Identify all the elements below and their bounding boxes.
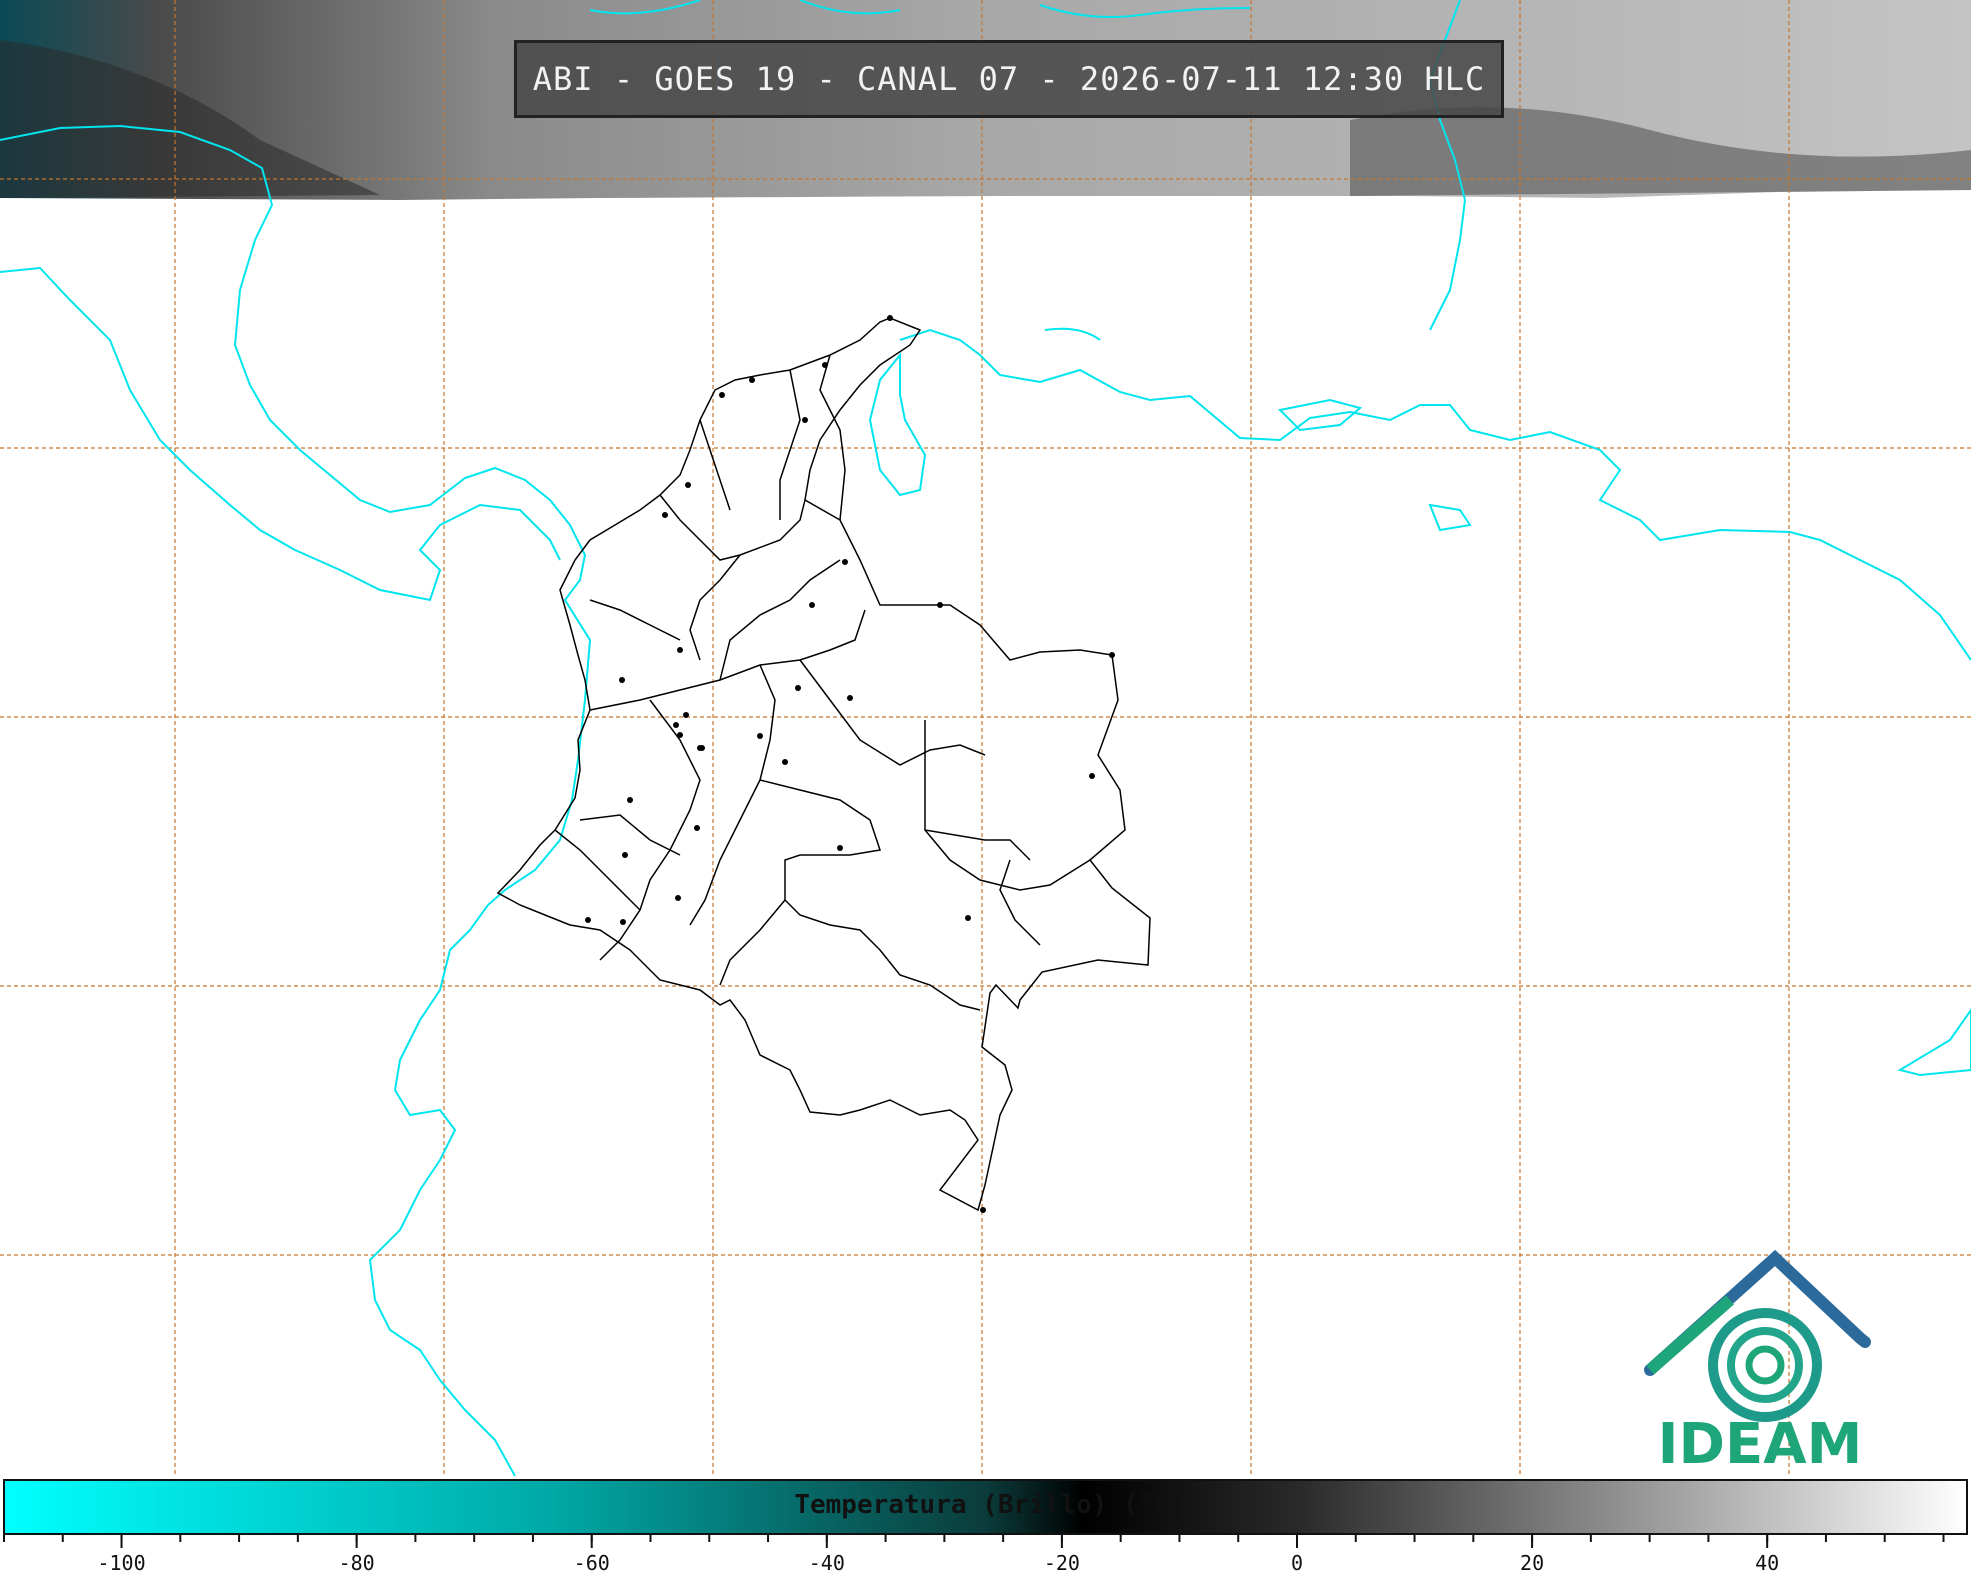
- colorbar-tick-label: -80: [339, 1551, 375, 1575]
- colorbar-tick-label: 0: [1291, 1551, 1303, 1575]
- colorbar-tick-label: -60: [574, 1551, 610, 1575]
- colorbar-tick-label: -20: [1044, 1551, 1080, 1575]
- ideam-logo-icon: [1644, 1249, 1871, 1422]
- city-markers: [585, 315, 1115, 1213]
- colorbar-label: Temperatura (Brillo) (°C): [794, 1490, 1186, 1520]
- colorbar-tick-label: -100: [97, 1551, 145, 1575]
- colorbar-tick-label: 40: [1755, 1551, 1779, 1575]
- colorbar-tick-label: 20: [1520, 1551, 1544, 1575]
- map-title: ABI - GOES 19 - CANAL 07 - 2026-07-11 12…: [514, 40, 1504, 118]
- ideam-logo-text: IDEAM: [1657, 1412, 1863, 1477]
- colombia-borders: [496, 317, 1151, 1212]
- graticule: [0, 0, 1971, 1476]
- colorbar-tick-label: -40: [809, 1551, 845, 1575]
- satellite-map: -100 -80 -60 -40 -20 0 20 40: [0, 0, 1971, 1577]
